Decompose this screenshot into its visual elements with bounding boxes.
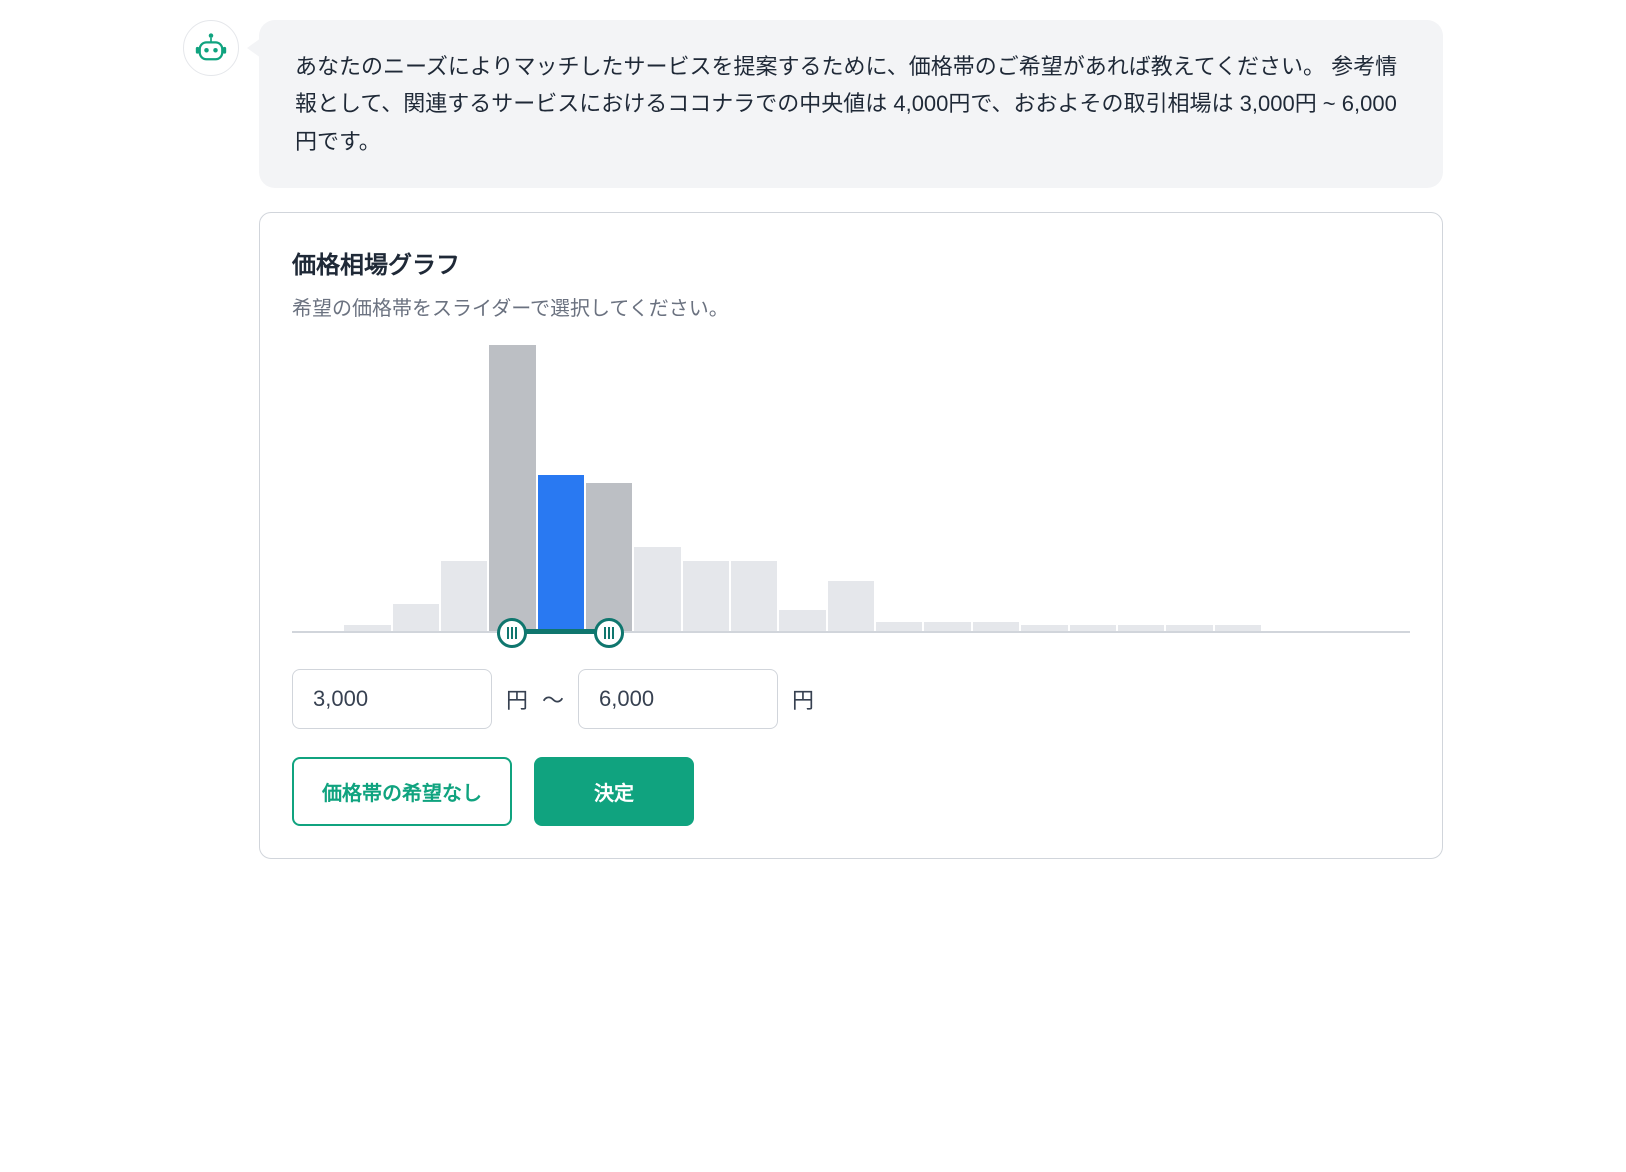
price-histogram xyxy=(292,345,1410,645)
price-range-card: 価格相場グラフ 希望の価格帯をスライダーで選択してください。 円 〜 円 価格帯… xyxy=(259,212,1443,859)
histogram-bar xyxy=(683,561,729,633)
tilde-separator: 〜 xyxy=(542,683,564,715)
grip-icon xyxy=(604,627,614,639)
currency-unit: 円 xyxy=(792,683,814,715)
histogram-bar xyxy=(393,604,439,633)
no-preference-button[interactable]: 価格帯の希望なし xyxy=(292,757,512,826)
histogram-bar xyxy=(489,345,535,633)
currency-unit: 円 xyxy=(506,683,528,715)
histogram-bar xyxy=(586,483,632,633)
grip-icon xyxy=(507,627,517,639)
bot-message: あなたのニーズによりマッチしたサービスを提案するために、価格帯のご希望があれば教… xyxy=(259,20,1443,188)
bubble-tail xyxy=(247,38,261,58)
min-price-input[interactable] xyxy=(292,669,492,729)
robot-icon xyxy=(193,30,229,66)
histogram-bar xyxy=(828,581,874,633)
histogram-bar xyxy=(441,561,487,633)
slider-handle-max[interactable] xyxy=(594,618,624,648)
slider-handle-min[interactable] xyxy=(497,618,527,648)
max-price-input[interactable] xyxy=(578,669,778,729)
histogram-bar xyxy=(634,547,680,633)
histogram-bar xyxy=(731,561,777,633)
card-subtitle: 希望の価格帯をスライダーで選択してください。 xyxy=(292,292,1410,321)
histogram-bar xyxy=(538,475,584,633)
card-title: 価格相場グラフ xyxy=(292,245,1410,280)
axis-line xyxy=(292,631,1410,633)
bot-avatar xyxy=(183,20,239,76)
decide-button[interactable]: 決定 xyxy=(534,757,694,826)
histogram-bar xyxy=(779,610,825,633)
